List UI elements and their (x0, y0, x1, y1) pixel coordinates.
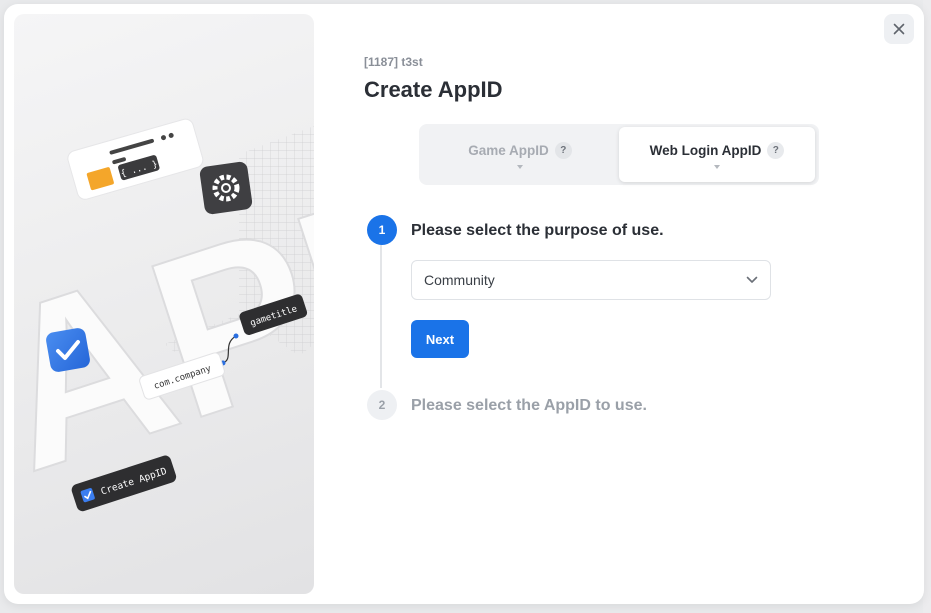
page-background (923, 0, 931, 613)
create-appid-dialog: API { ... } com.company gametitle Create… (4, 4, 924, 604)
caret-down-icon (517, 165, 523, 169)
help-icon[interactable]: ? (767, 142, 785, 159)
dialog-content: [1187] t3st Create AppID Game AppID ? We… (364, 4, 884, 604)
tab-game-appid-label: Game AppID (468, 143, 549, 158)
illustration-panel: API { ... } com.company gametitle Create… (14, 14, 314, 594)
purpose-select-value: Community (424, 272, 495, 288)
close-icon (893, 23, 905, 35)
api-illustration: API { ... } com.company gametitle Create… (14, 118, 314, 520)
chevron-down-icon (746, 276, 758, 283)
next-button[interactable]: Next (411, 320, 469, 358)
code-card: { ... } (67, 118, 204, 200)
step-2-number: 2 (367, 390, 397, 420)
tab-web-login-appid-label: Web Login AppID (649, 143, 762, 158)
appid-type-tabs: Game AppID ? Web Login AppID ? (419, 124, 819, 185)
tab-web-login-appid[interactable]: Web Login AppID ? (619, 127, 815, 182)
checkbox-icon (46, 328, 90, 372)
purpose-select[interactable]: Community (411, 260, 771, 300)
gear-icon (199, 161, 253, 215)
tab-game-appid[interactable]: Game AppID ? (422, 127, 618, 182)
project-label: [1187] t3st (364, 55, 423, 69)
step-1-number: 1 (367, 215, 397, 245)
caret-down-icon (714, 165, 720, 169)
dialog-title: Create AppID (364, 77, 503, 102)
close-button[interactable] (884, 14, 914, 44)
step-connector (380, 244, 382, 388)
help-icon[interactable]: ? (554, 142, 572, 159)
step-1-title: Please select the purpose of use. (411, 222, 664, 239)
step-2-title: Please select the AppID to use. (411, 397, 647, 414)
